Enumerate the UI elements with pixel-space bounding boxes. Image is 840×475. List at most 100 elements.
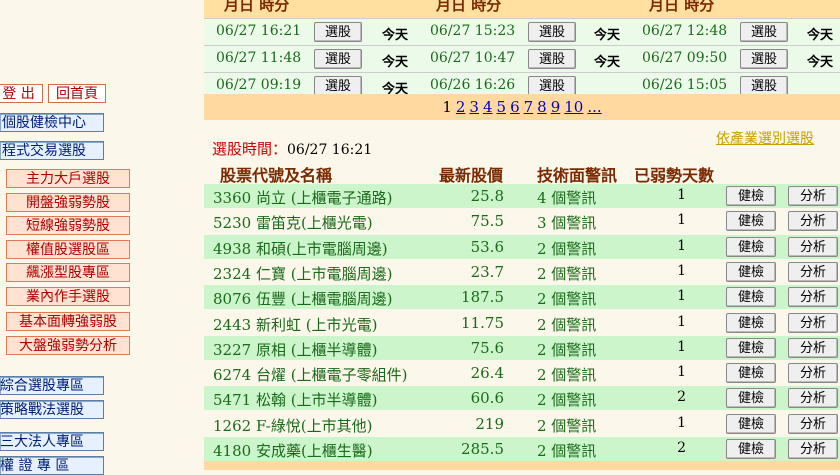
analyze-button[interactable]: 分析 — [788, 262, 838, 282]
tech-warning: 2 個警訊 — [537, 417, 597, 435]
weak-days: 1 — [677, 339, 686, 355]
history-time: 06/27 09:19 — [216, 77, 302, 93]
stock-price: 75.6 — [470, 339, 504, 357]
sidebar-item-warrants[interactable]: 權 證 專 區 — [0, 456, 104, 475]
results-header: 股票代號及名稱 最新股價 技術面警訊 已弱勢天數 — [204, 162, 840, 185]
page-link[interactable]: 2 — [456, 98, 466, 116]
checkup-button[interactable]: 健檢 — [726, 338, 776, 358]
col-tech-header: 技術面警訊 — [537, 166, 618, 185]
weak-days: 1 — [677, 288, 686, 304]
stock-name: 5471 松翰 (上市半導體) — [213, 391, 378, 409]
checkup-button[interactable]: 健檢 — [726, 313, 776, 333]
page-link[interactable]: 9 — [551, 98, 561, 116]
bottom-strip — [204, 461, 840, 470]
analyze-button[interactable]: 分析 — [788, 363, 838, 383]
select-button[interactable]: 選股 — [528, 49, 576, 69]
history-row: 06/27 16:21 選股 今天 06/27 15:23 選股 今天 06/2… — [204, 18, 840, 45]
select-button[interactable]: 選股 — [740, 49, 788, 69]
page-link[interactable]: 6 — [510, 98, 520, 116]
stock-name: 1262 F-綠悅(上市其他) — [213, 417, 373, 435]
checkup-button[interactable]: 健檢 — [726, 388, 776, 408]
select-button[interactable]: 選股 — [528, 76, 576, 96]
tech-warning: 2 個警訊 — [537, 341, 597, 359]
select-button[interactable]: 選股 — [528, 22, 576, 42]
select-button[interactable]: 選股 — [740, 22, 788, 42]
analyze-button[interactable]: 分析 — [788, 211, 838, 231]
history-time: 06/27 16:21 — [216, 23, 302, 39]
tech-warning: 3 個警訊 — [537, 214, 597, 232]
tech-warning: 4 個警訊 — [537, 189, 597, 207]
sidebar-item-weighted[interactable]: 權值股選股區 — [6, 240, 130, 259]
selection-time-value: 06/27 16:21 — [287, 142, 373, 158]
analyze-button[interactable]: 分析 — [788, 313, 838, 333]
sidebar-item-program-trading[interactable]: 程式交易選股 — [0, 141, 104, 160]
sidebar-item-strategy[interactable]: 策略戰法選股 — [0, 400, 104, 419]
analyze-button[interactable]: 分析 — [788, 186, 838, 206]
analyze-button[interactable]: 分析 — [788, 414, 838, 434]
result-row: 5230 雷笛克(上櫃光電) 75.5 3 個警訊 1 健檢 分析 — [204, 209, 840, 233]
today-label: 今天 — [807, 55, 834, 70]
sidebar-item-short-term[interactable]: 短線強弱勢股 — [6, 216, 130, 235]
col-price-header: 最新股價 — [439, 166, 504, 185]
history-time: 06/27 09:50 — [642, 50, 728, 66]
history-time: 06/27 12:48 — [642, 23, 728, 39]
history-time: 06/26 15:05 — [642, 77, 728, 93]
tech-warning: 2 個警訊 — [537, 442, 597, 460]
sidebar-item-fundamental[interactable]: 基本面轉強弱股 — [6, 312, 130, 331]
analyze-button[interactable]: 分析 — [788, 237, 838, 257]
today-label: 今天 — [807, 28, 834, 43]
checkup-button[interactable]: 健檢 — [726, 237, 776, 257]
checkup-button[interactable]: 健檢 — [726, 211, 776, 231]
weak-days: 1 — [677, 187, 686, 203]
checkup-button[interactable]: 健檢 — [726, 287, 776, 307]
tech-warning: 2 個警訊 — [537, 316, 597, 334]
select-button[interactable]: 選股 — [314, 76, 362, 96]
analyze-button[interactable]: 分析 — [788, 287, 838, 307]
logout-button[interactable]: 登 出 — [0, 84, 43, 103]
today-label: 今天 — [382, 55, 409, 70]
sidebar-item-insider[interactable]: 業內作手選股 — [6, 287, 130, 306]
page-link[interactable]: 7 — [524, 98, 534, 116]
checkup-button[interactable]: 健檢 — [726, 363, 776, 383]
weak-days: 1 — [677, 263, 686, 279]
selection-time: 選股時間：06/27 16:21 — [212, 138, 372, 159]
page-link[interactable]: 8 — [537, 98, 547, 116]
stock-price: 26.4 — [470, 364, 504, 382]
weak-days: 1 — [677, 212, 686, 228]
history-table: 月日 時分 月日 時分 月日 時分 06/27 16:21 選股 今天 06/2… — [204, 0, 840, 99]
checkup-button[interactable]: 健檢 — [726, 414, 776, 434]
today-label: 今天 — [594, 28, 621, 43]
sidebar-item-opening-strength[interactable]: 開盤強弱勢股 — [6, 193, 130, 212]
industry-select-link[interactable]: 依產業選別選股 — [716, 128, 814, 148]
stock-price: 11.75 — [461, 314, 504, 332]
select-button[interactable]: 選股 — [314, 22, 362, 42]
sidebar-item-surge[interactable]: 飆漲型股專區 — [6, 263, 130, 282]
analyze-button[interactable]: 分析 — [788, 338, 838, 358]
sidebar-item-composite[interactable]: 綜合選股專區 — [0, 376, 104, 395]
checkup-button[interactable]: 健檢 — [726, 186, 776, 206]
col-name-header: 股票代號及名稱 — [220, 166, 333, 185]
result-row: 1262 F-綠悅(上市其他) 219 2 個警訊 1 健檢 分析 — [204, 412, 840, 436]
checkup-button[interactable]: 健檢 — [726, 262, 776, 282]
history-row: 06/27 11:48 選股 今天 06/27 10:47 選股 今天 06/2… — [204, 45, 840, 72]
today-label: 今天 — [594, 55, 621, 70]
sidebar-item-market-analysis[interactable]: 大盤強弱勢分析 — [6, 336, 130, 355]
sidebar-item-stock-checkup[interactable]: 個股健檢中心 — [0, 113, 104, 132]
tech-warning: 2 個警訊 — [537, 265, 597, 283]
home-button[interactable]: 回首頁 — [48, 84, 106, 103]
select-button[interactable]: 選股 — [314, 49, 362, 69]
page-link[interactable]: 4 — [483, 98, 493, 116]
stock-price: 60.6 — [470, 389, 504, 407]
page-link[interactable]: 3 — [469, 98, 479, 116]
page-link[interactable]: 10 — [564, 98, 583, 116]
page-link-more[interactable]: ... — [587, 98, 601, 116]
select-button[interactable]: 選股 — [740, 76, 788, 96]
pagination: 1 2 3 4 5 6 7 8 9 10... — [204, 94, 840, 120]
sidebar-item-institutional[interactable]: 三大法人專區 — [0, 432, 104, 451]
page-link[interactable]: 5 — [497, 98, 507, 116]
sidebar-item-main-force[interactable]: 主力大戶選股 — [6, 169, 130, 188]
analyze-button[interactable]: 分析 — [788, 388, 838, 408]
stock-price: 187.5 — [461, 288, 504, 306]
analyze-button[interactable]: 分析 — [788, 439, 838, 459]
checkup-button[interactable]: 健檢 — [726, 439, 776, 459]
